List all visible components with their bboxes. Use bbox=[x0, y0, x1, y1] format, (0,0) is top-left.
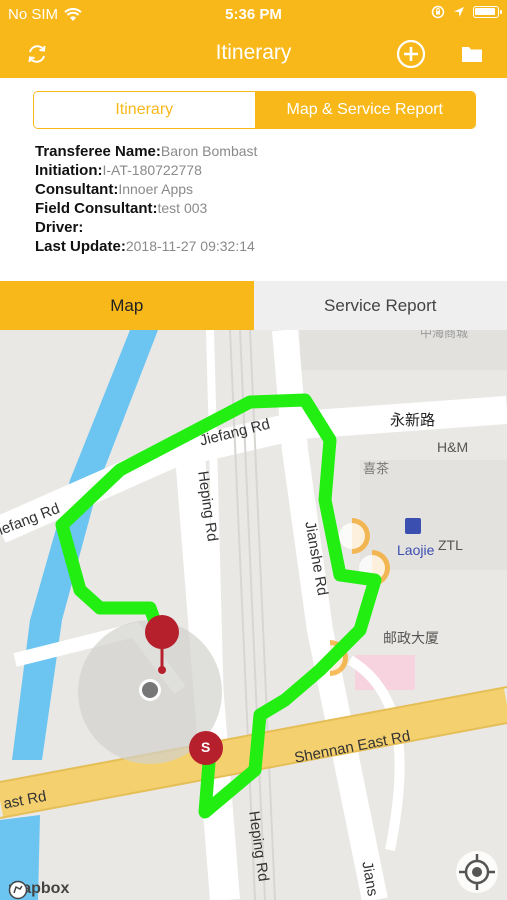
info-row-driver: Driver: bbox=[35, 219, 257, 238]
mapbox-logo-icon bbox=[8, 880, 28, 900]
transferee-info: Transferee Name:Baron Bombast Initiation… bbox=[35, 143, 257, 257]
transferee-value: Baron Bombast bbox=[160, 143, 258, 159]
map-label-yongxin-rd: 永新路 bbox=[390, 412, 436, 429]
add-circle-icon bbox=[396, 39, 426, 69]
map-label-post-office: 邮政大厦 bbox=[383, 630, 439, 646]
location-arrow-icon bbox=[454, 7, 464, 17]
map-label-laojie: Laojie bbox=[397, 542, 435, 558]
driver-label: Driver: bbox=[35, 219, 84, 236]
route-map[interactable]: Jiefang Rd iefang Rd Heping Rd Heping Rd… bbox=[0, 330, 507, 900]
initiation-label: Initiation: bbox=[35, 162, 103, 179]
info-row-last-update: Last Update:2018-11-27 09:32:14 bbox=[35, 238, 257, 257]
last-update-label: Last Update: bbox=[35, 238, 126, 255]
transferee-label: Transferee Name: bbox=[35, 143, 161, 160]
field-consultant-label: Field Consultant: bbox=[35, 200, 158, 217]
page-title: Itinerary bbox=[215, 41, 292, 64]
status-right bbox=[431, 5, 502, 19]
locate-button[interactable] bbox=[455, 850, 499, 894]
crosshair-icon bbox=[456, 851, 498, 893]
last-update-value: 2018-11-27 09:32:14 bbox=[125, 238, 255, 254]
start-marker-label: S bbox=[201, 739, 211, 755]
itinerary-header: Itinerary Map & Service Report Transfere… bbox=[0, 78, 507, 281]
segment-map-service-report[interactable]: Map & Service Report bbox=[254, 92, 475, 128]
map-label-top-chinese: 中海商城 bbox=[420, 330, 469, 340]
status-bar: No SIM 5:36 PM bbox=[0, 0, 507, 30]
consultant-value: Innoer Apps bbox=[118, 181, 194, 197]
info-row-initiation: Initiation:I-AT-180722778 bbox=[35, 162, 257, 181]
battery-icon bbox=[473, 6, 502, 18]
nav-bar: Itinerary bbox=[0, 30, 507, 78]
tab-service-report[interactable]: Service Report bbox=[253, 281, 507, 330]
map-report-tabs: Map Service Report bbox=[0, 281, 507, 330]
map-label-ztl: ZTL bbox=[438, 537, 463, 553]
info-row-field-consultant: Field Consultant:test 003 bbox=[35, 200, 257, 219]
mapbox-logo[interactable]: mapbox bbox=[8, 880, 69, 900]
add-button[interactable] bbox=[395, 38, 427, 70]
segmented-control: Itinerary Map & Service Report bbox=[33, 91, 476, 129]
info-row-transferee: Transferee Name:Baron Bombast bbox=[35, 143, 257, 162]
folder-button[interactable] bbox=[456, 38, 488, 70]
folder-icon bbox=[462, 47, 482, 62]
info-row-consultant: Consultant:Innoer Apps bbox=[35, 181, 257, 200]
map-label-hm: H&M bbox=[437, 439, 469, 455]
tab-map[interactable]: Map bbox=[0, 281, 254, 330]
field-consultant-value: test 003 bbox=[157, 200, 208, 216]
consultant-label: Consultant: bbox=[35, 181, 119, 198]
orientation-lock-icon bbox=[431, 5, 445, 19]
map-label-xicha: 喜茶 bbox=[363, 461, 390, 476]
initiation-value: I-AT-180722778 bbox=[102, 162, 202, 178]
segment-itinerary[interactable]: Itinerary bbox=[34, 92, 255, 128]
